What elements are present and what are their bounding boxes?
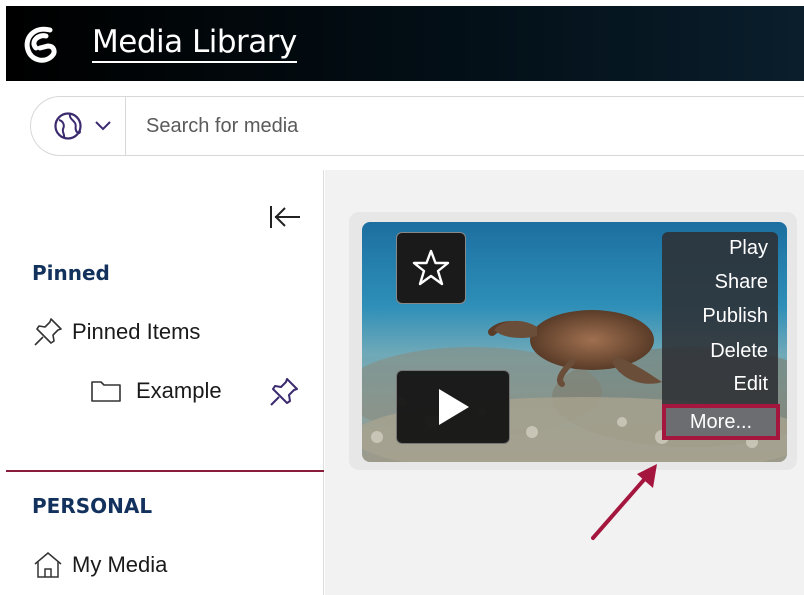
sidebar-item-label: Pinned Items (72, 319, 201, 344)
menu-item-more[interactable]: More... (662, 404, 780, 440)
chevron-down-icon (95, 121, 111, 131)
pin-icon[interactable] (268, 376, 300, 408)
personal-heading: PERSONAL (32, 494, 153, 518)
sidebar-item-pinned-items[interactable]: Pinned Items (32, 316, 200, 348)
menu-item-edit[interactable]: Edit (734, 373, 768, 396)
star-icon (412, 249, 450, 286)
app-title[interactable]: Media Library (92, 25, 297, 63)
search-scope-dropdown[interactable] (31, 97, 126, 155)
section-divider (6, 470, 324, 472)
sidebar-item-example-folder[interactable]: Example (90, 378, 222, 404)
favorite-button[interactable] (396, 232, 466, 304)
pinned-heading: Pinned (32, 261, 110, 285)
app-header: Media Library (6, 6, 804, 81)
menu-item-play[interactable]: Play (729, 237, 768, 260)
sidebar-item-my-media[interactable]: My Media (32, 550, 167, 580)
search-bar (30, 96, 804, 156)
sidebar-item-label: My Media (72, 552, 168, 577)
media-card[interactable]: Play Share Publish Delete Edit More... (349, 212, 797, 470)
sidebar: Pinned Pinned Items Example PERSONAL My … (6, 170, 324, 595)
globe-icon (54, 112, 82, 140)
pin-icon (34, 318, 62, 346)
menu-item-share[interactable]: Share (715, 271, 768, 294)
main-content: Play Share Publish Delete Edit More... (325, 170, 804, 595)
play-button[interactable] (396, 370, 510, 444)
collapse-left-icon[interactable] (268, 204, 302, 230)
home-icon (34, 552, 62, 578)
search-input[interactable] (146, 111, 746, 141)
menu-item-publish[interactable]: Publish (702, 305, 768, 328)
media-thumbnail[interactable]: Play Share Publish Delete Edit More... (362, 222, 787, 462)
play-icon (439, 389, 469, 425)
logo-icon[interactable] (20, 24, 64, 68)
sidebar-item-label: Example (136, 378, 222, 403)
folder-icon (91, 381, 121, 402)
menu-item-delete[interactable]: Delete (710, 340, 768, 363)
annotation-arrow (591, 464, 657, 540)
